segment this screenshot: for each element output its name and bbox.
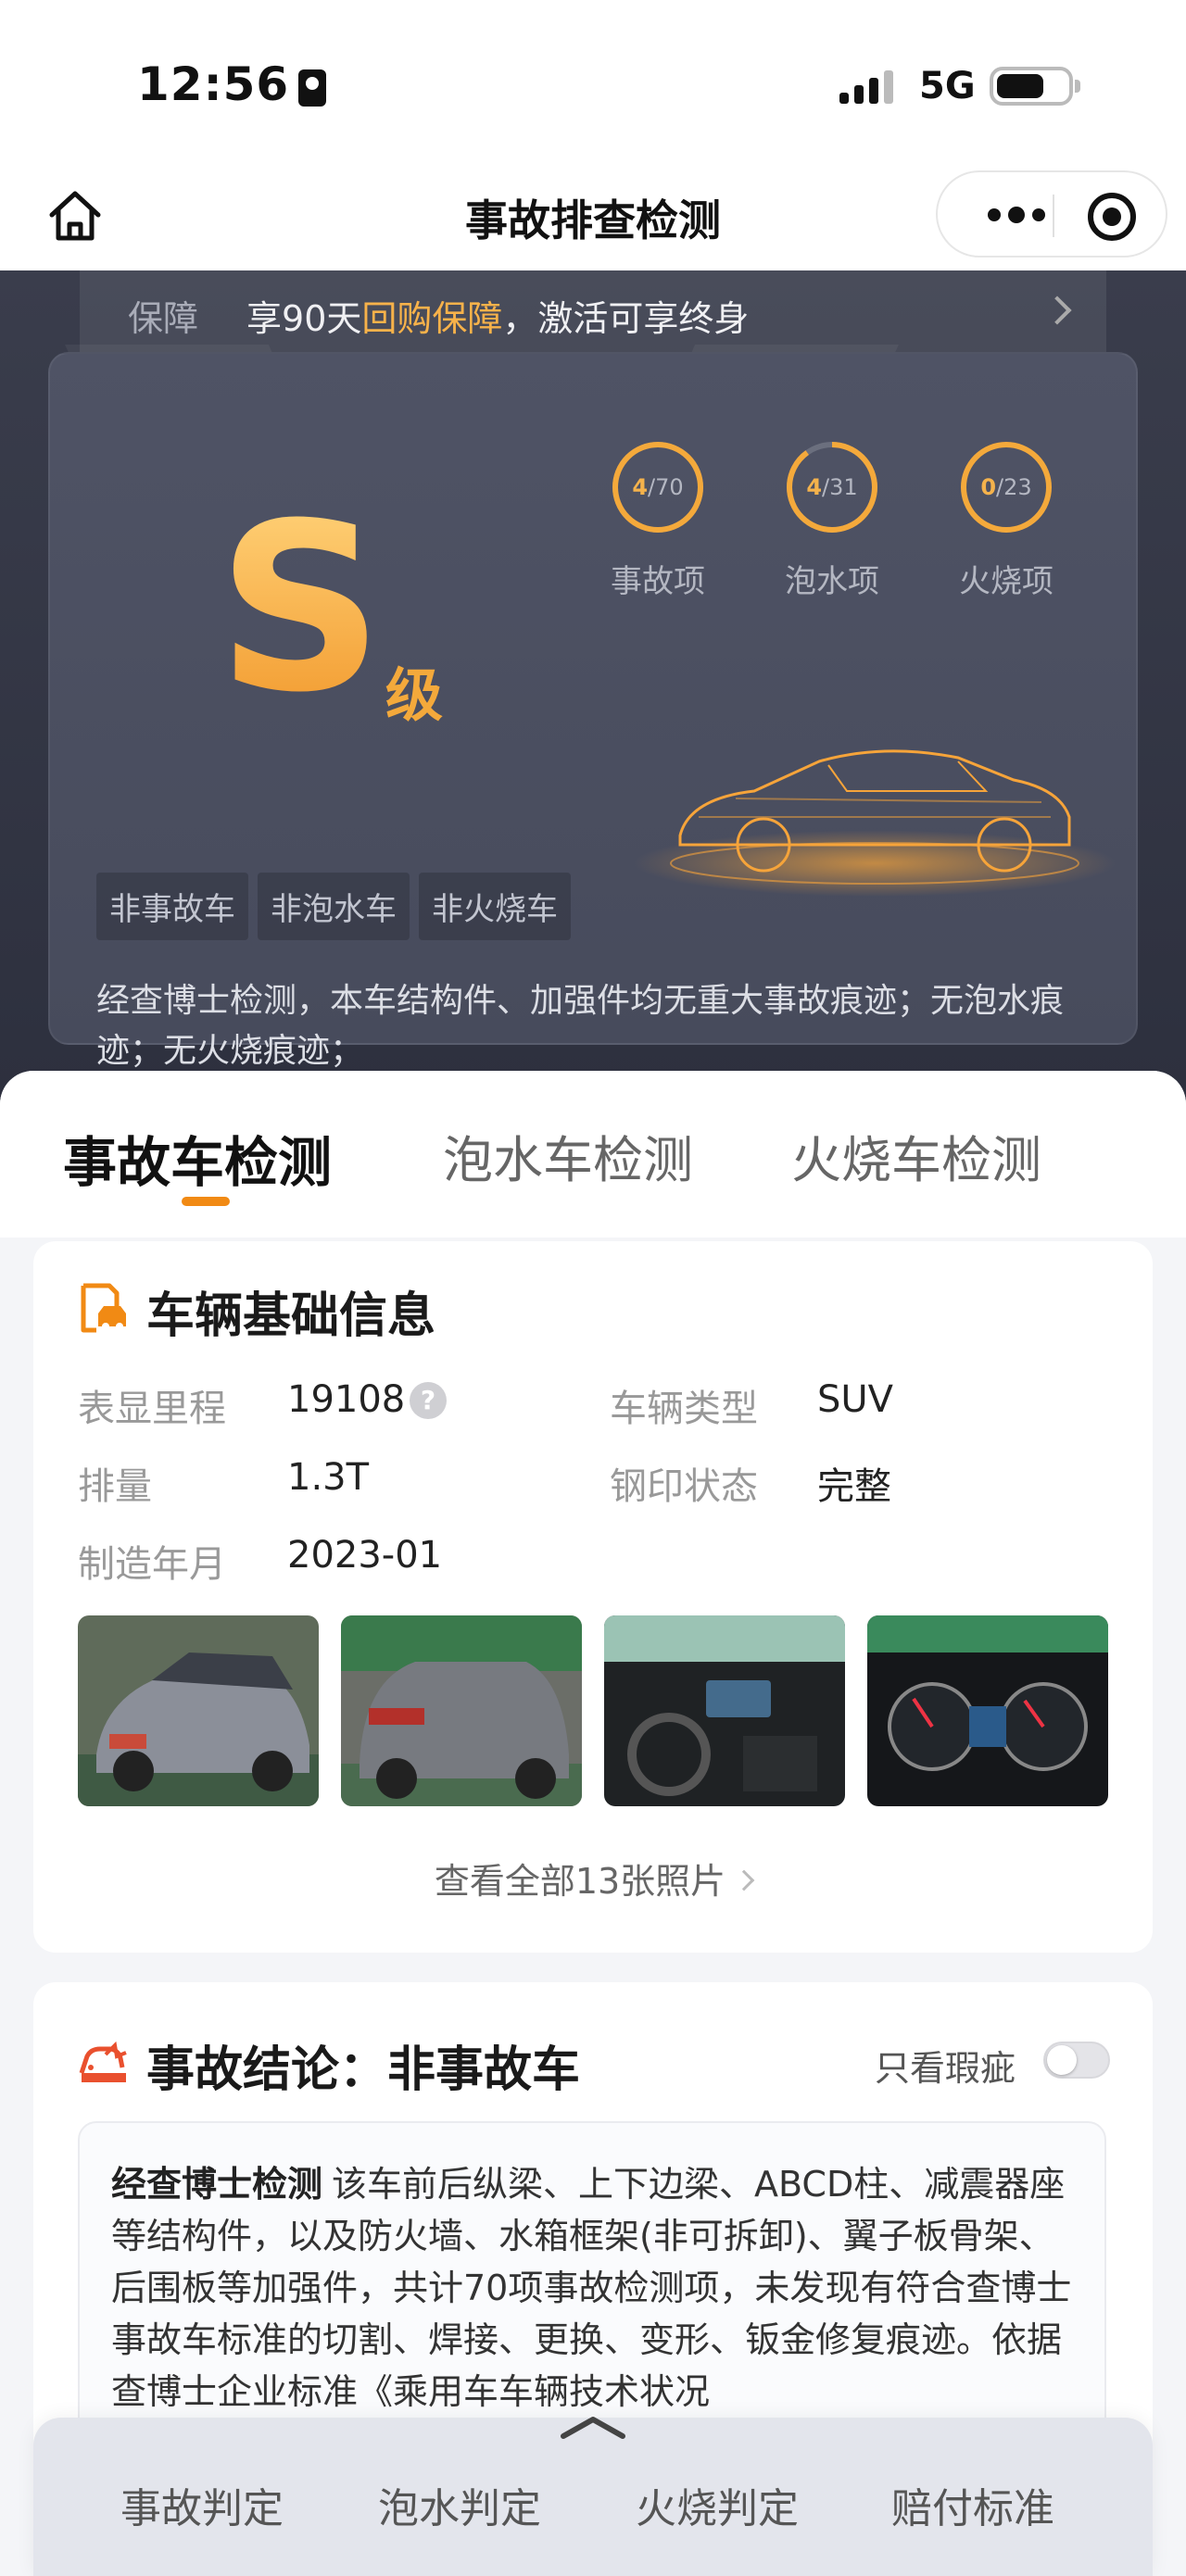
anchor-compensation-standard[interactable]: 赔付标准 [891, 2475, 1054, 2534]
vehicle-photo-dashboard[interactable] [867, 1615, 1108, 1806]
car-crash-icon [79, 2041, 127, 2082]
verdict-tags: 非事故车 非泡水车 非火烧车 [96, 873, 571, 940]
grade-card: S 级 4/70 事故项 4/31 泡水项 0/23 火烧项 非事故车 非泡水车… [48, 352, 1138, 1070]
tag-non-fire: 非火烧车 [419, 873, 571, 940]
basic-info-card: 车辆基础信息 表显里程 19108 ? 车辆类型 SUV 排量 1.3T 钢印状… [33, 1241, 1153, 1953]
vin-stamp-label: 钢印状态 [610, 1465, 758, 1508]
tab-accident[interactable]: 事故车检测 [63, 1119, 332, 1197]
battery-icon [990, 67, 1080, 106]
anchor-accident-judgement[interactable]: 事故判定 [120, 2475, 284, 2534]
network-type: 5G [919, 65, 976, 107]
tab-flood[interactable]: 泡水车检测 [443, 1119, 693, 1192]
manufacture-date-value: 2023-01 [287, 1534, 443, 1577]
mileage-label: 表显里程 [78, 1388, 226, 1430]
displacement-value: 1.3T [287, 1456, 370, 1499]
chevron-right-icon [1042, 295, 1072, 325]
mileage-value: 19108 [287, 1378, 406, 1421]
guarantee-text: 享90天回购保障，激活可享终身 [246, 297, 750, 339]
grade-letter: S [217, 473, 385, 743]
car-doc-icon [81, 1283, 126, 1333]
displacement-label: 排量 [78, 1465, 152, 1508]
vehicle-photo-rear[interactable] [341, 1615, 582, 1806]
tag-non-accident: 非事故车 [96, 873, 248, 940]
only-defects-label: 只看瑕疵 [875, 2048, 1016, 2089]
chevron-right-icon [733, 1869, 755, 1891]
clock: 12:56 [137, 57, 327, 111]
main-sheet: 事故车检测 泡水车检测 火烧车检测 车辆基础信息 表显里程 19108 ? 车辆… [0, 1071, 1186, 2576]
guarantee-label: 保障 [128, 297, 199, 339]
only-defects-toggle[interactable] [1043, 2042, 1110, 2079]
vehicle-photo-front[interactable] [78, 1615, 319, 1806]
status-bar: 12:56 5G [0, 0, 1186, 167]
vehicle-type-value: SUV [817, 1378, 894, 1421]
brand-logo-text: 经查博士检测 [111, 2164, 323, 2205]
question-circle-icon[interactable]: ? [410, 1382, 447, 1419]
capsule-divider [1053, 195, 1054, 237]
bottom-anchor-bar: 事故判定 泡水判定 火烧判定 赔付标准 [33, 2417, 1153, 2576]
signal-icon [839, 70, 893, 104]
mini-program-capsule [936, 170, 1167, 258]
manufacture-date-label: 制造年月 [78, 1543, 226, 1586]
tag-non-flood: 非泡水车 [258, 873, 410, 940]
inspection-summary: 经查博士检测，本车结构件、加强件均无重大事故痕迹；无泡水痕迹；无火烧痕迹； [96, 982, 1065, 1070]
car-wireframe-illustration [634, 749, 1116, 897]
chevron-up-icon[interactable] [558, 2412, 628, 2440]
guarantee-banner[interactable]: 保障 享90天回购保障，激活可享终身 [80, 270, 1106, 359]
fire-ring: 0/23 [958, 439, 1054, 535]
accident-ring: 4/70 [610, 439, 706, 535]
tab-bar: 事故车检测 泡水车检测 火烧车检测 [0, 1071, 1186, 1238]
vin-stamp-value: 完整 [817, 1465, 891, 1508]
anchor-flood-judgement[interactable]: 泡水判定 [378, 2475, 541, 2534]
grade-suffix: 级 [385, 661, 444, 729]
anchor-fire-judgement[interactable]: 火烧判定 [636, 2475, 799, 2534]
tab-fire[interactable]: 火烧车检测 [791, 1119, 1041, 1192]
vehicle-photo-interior[interactable] [604, 1615, 845, 1806]
contact-badge-icon [298, 69, 327, 107]
tab-indicator [182, 1197, 230, 1206]
grade-hero: 保障 享90天回购保障，激活可享终身 S 级 4/70 事故项 4/31 泡水项… [0, 270, 1186, 1104]
vehicle-type-label: 车辆类型 [610, 1388, 758, 1430]
view-all-photos-link[interactable]: 查看全部13张照片 [33, 1853, 1153, 1904]
accident-label: 事故项 [611, 563, 705, 600]
fire-label: 火烧项 [959, 563, 1054, 600]
flood-ring: 4/31 [784, 439, 880, 535]
close-target-icon[interactable] [1088, 193, 1136, 241]
basic-info-title: 车辆基础信息 [146, 1288, 436, 1344]
nav-bar: 事故排查检测 [0, 167, 1186, 270]
conclusion-title: 事故结论：非事故车 [146, 2042, 581, 2098]
flood-label: 泡水项 [785, 563, 879, 600]
